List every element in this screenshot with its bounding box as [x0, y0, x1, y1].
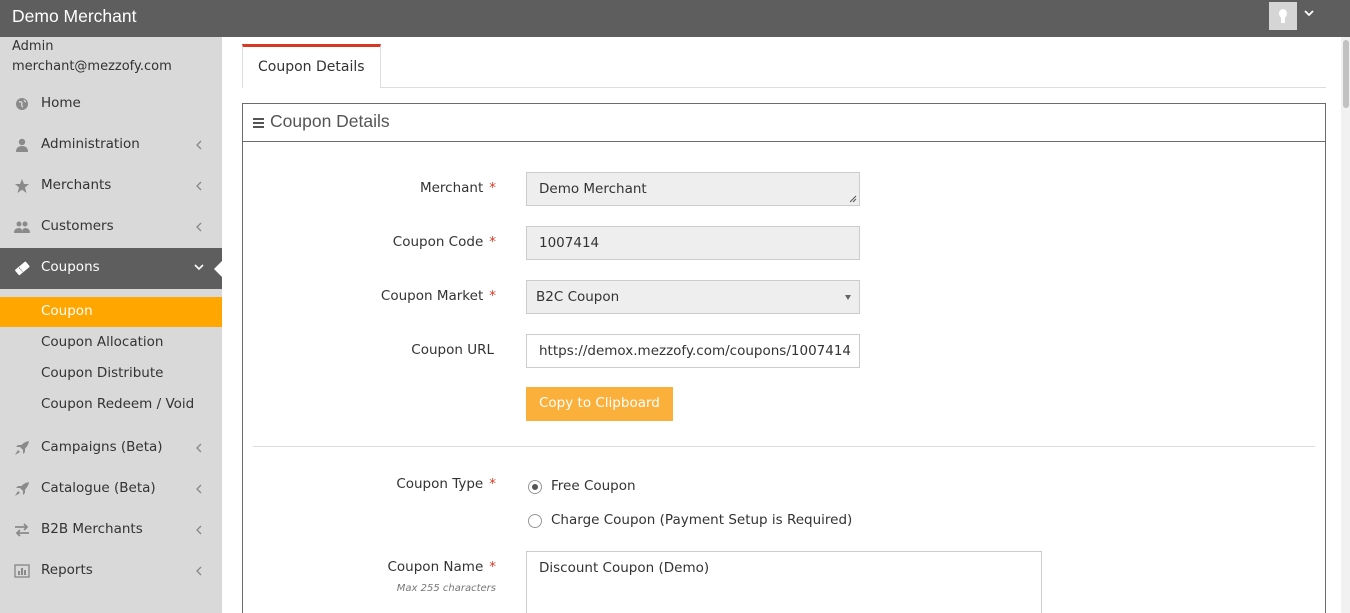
sidebar-subitem-coupon[interactable]: Coupon	[0, 297, 222, 327]
sidebar-item-customers[interactable]: Customers	[0, 207, 222, 248]
coupon-code-label: Coupon Code *	[246, 234, 496, 250]
star-icon	[15, 179, 29, 193]
sidebar-item-b2b-merchants[interactable]: B2B Merchants	[0, 510, 222, 551]
rocket-icon	[15, 441, 29, 455]
tab-bar-line	[242, 87, 1326, 88]
coupon-name-textarea[interactable]: Discount Coupon (Demo)	[526, 551, 1042, 613]
sidebar-item-label: Home	[41, 95, 81, 111]
chevron-left-icon	[196, 525, 202, 535]
charge-coupon-label[interactable]: Charge Coupon (Payment Setup is Required…	[551, 512, 852, 528]
required-mark: *	[489, 234, 496, 250]
user-icon-body	[1281, 16, 1285, 23]
chevron-left-icon	[196, 484, 202, 494]
exchange-icon	[15, 523, 29, 537]
user-email: merchant@mezzofy.com	[12, 59, 172, 74]
sidebar: Admin merchant@mezzofy.com Home Administ…	[0, 37, 222, 613]
sidebar-item-label: Coupons	[41, 259, 100, 275]
section-divider	[253, 446, 1315, 447]
coupon-code-field[interactable]: 1007414	[526, 226, 860, 260]
sidebar-item-merchants[interactable]: Merchants	[0, 166, 222, 207]
sidebar-item-campaigns[interactable]: Campaigns (Beta)	[0, 428, 222, 469]
tab-coupon-details[interactable]: Coupon Details	[242, 44, 381, 88]
sidebar-subitem-label: Coupon Distribute	[41, 365, 164, 381]
chevron-down-icon[interactable]	[1304, 8, 1314, 18]
coupon-name-value: Discount Coupon (Demo)	[539, 560, 710, 576]
caret-down-icon	[845, 295, 851, 300]
panel-title: Coupon Details	[270, 111, 390, 131]
users-icon	[14, 221, 30, 233]
panel-header: Coupon Details	[243, 104, 1325, 142]
rocket-icon	[15, 482, 29, 496]
ticket-icon	[15, 261, 30, 276]
coupon-url-label: Coupon URL	[244, 342, 494, 358]
page-scrollbar[interactable]	[1341, 37, 1350, 613]
required-mark: *	[489, 288, 496, 304]
sidebar-item-label: Campaigns (Beta)	[41, 439, 163, 455]
sidebar-subitem-label: Coupon Allocation	[41, 334, 164, 350]
coupon-market-label-text: Coupon Market	[380, 288, 484, 304]
sidebar-item-coupons[interactable]: Coupons	[0, 248, 222, 289]
chevron-left-icon	[196, 566, 202, 576]
top-navbar: Demo Merchant	[0, 0, 1350, 37]
copy-to-clipboard-button[interactable]: Copy to Clipboard	[526, 387, 673, 421]
menu-icon	[253, 118, 264, 128]
coupon-code-value: 1007414	[539, 235, 600, 251]
resize-handle-icon[interactable]	[849, 195, 857, 203]
chevron-left-icon	[196, 140, 202, 150]
sidebar-item-administration[interactable]: Administration	[0, 125, 222, 166]
sidebar-item-reports[interactable]: Reports	[0, 551, 222, 592]
required-mark: *	[489, 559, 496, 575]
coupon-market-label: Coupon Market *	[246, 288, 496, 304]
coupon-code-label-text: Coupon Code	[392, 234, 484, 250]
chevron-left-icon	[196, 181, 202, 191]
page-scrollbar-thumb[interactable]	[1343, 40, 1349, 108]
coupon-market-value: B2C Coupon	[536, 289, 620, 305]
coupon-url-field[interactable]: https://demox.mezzofy.com/coupons/100741…	[526, 334, 860, 368]
sidebar-item-label: Reports	[41, 562, 93, 578]
bar-chart-icon	[14, 564, 30, 578]
sidebar-subitem-coupon-distribute[interactable]: Coupon Distribute	[0, 359, 222, 389]
tab-label: Coupon Details	[258, 59, 365, 75]
coupon-name-label: Coupon Name *	[246, 559, 497, 575]
merchant-label-text: Merchant	[419, 180, 484, 196]
sidebar-item-catalogue[interactable]: Catalogue (Beta)	[0, 469, 222, 510]
coupon-url-label-text: Coupon URL	[411, 342, 494, 358]
sidebar-subitem-label: Coupon Redeem / Void	[41, 396, 195, 412]
user-role: Admin	[12, 39, 54, 54]
sidebar-subitem-coupon-allocation[interactable]: Coupon Allocation	[0, 328, 222, 358]
sidebar-item-label: B2B Merchants	[41, 521, 143, 537]
coupon-name-label-text: Coupon Name	[387, 559, 484, 575]
coupon-url-value: https://demox.mezzofy.com/coupons/100741…	[539, 343, 852, 359]
user-icon	[16, 138, 28, 152]
chevron-left-icon	[196, 222, 202, 232]
merchant-field[interactable]: Demo Merchant	[526, 172, 860, 206]
chevron-left-icon	[196, 443, 202, 453]
merchant-label: Merchant *	[246, 180, 496, 196]
sidebar-item-label: Administration	[41, 136, 140, 152]
coupon-type-label-text: Coupon Type	[396, 476, 484, 492]
required-mark: *	[489, 180, 496, 196]
merchant-value: Demo Merchant	[539, 181, 647, 197]
globe-icon	[16, 98, 28, 110]
sidebar-item-label: Customers	[41, 218, 114, 234]
coupon-type-label: Coupon Type *	[246, 476, 496, 492]
coupon-name-hint: Max 255 characters	[396, 583, 496, 594]
sidebar-item-label: Merchants	[41, 177, 112, 193]
sidebar-item-label: Catalogue (Beta)	[41, 480, 156, 496]
free-coupon-label[interactable]: Free Coupon	[551, 478, 636, 494]
required-mark: *	[489, 476, 496, 492]
charge-coupon-radio[interactable]	[528, 514, 542, 528]
sidebar-item-home[interactable]: Home	[0, 84, 222, 125]
user-avatar[interactable]	[1269, 2, 1297, 30]
radio-selected-dot	[532, 484, 538, 490]
sidebar-subitem-label: Coupon	[41, 303, 93, 319]
coupon-market-select[interactable]: B2C Coupon	[526, 280, 860, 314]
free-coupon-radio[interactable]	[528, 480, 542, 494]
chevron-down-icon	[194, 264, 204, 271]
active-indicator	[214, 261, 222, 277]
user-panel: Admin merchant@mezzofy.com	[12, 37, 172, 77]
sidebar-subitem-coupon-redeem-void[interactable]: Coupon Redeem / Void	[0, 390, 222, 420]
brand-title[interactable]: Demo Merchant	[12, 6, 137, 27]
